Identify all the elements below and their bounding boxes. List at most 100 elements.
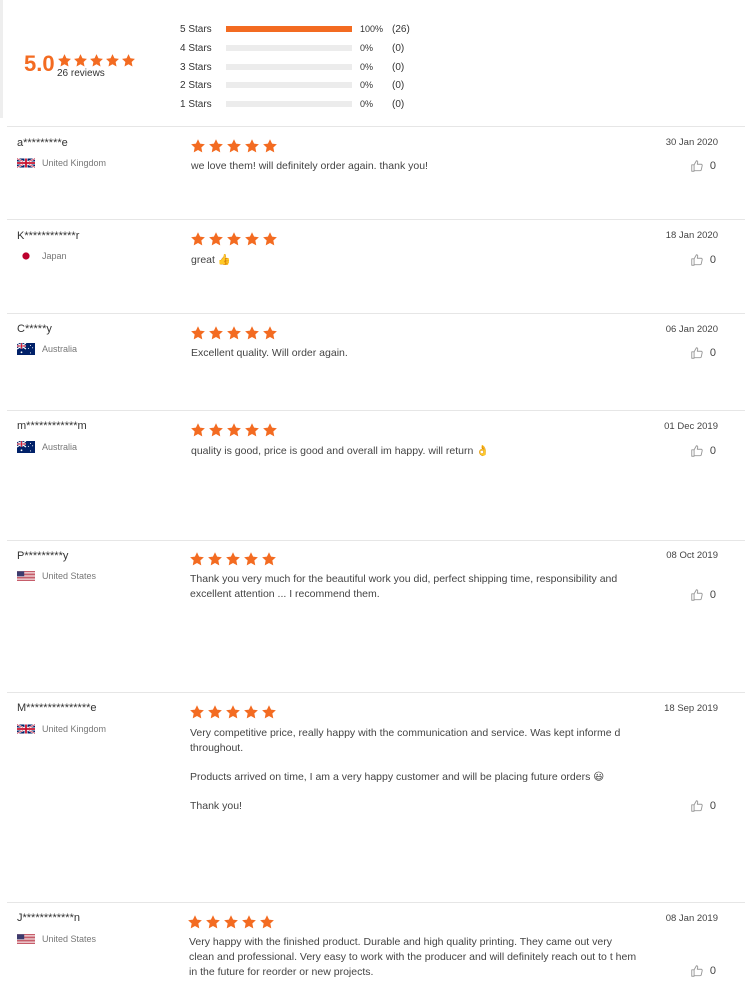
histogram-fill — [226, 26, 352, 32]
histogram-percent: 0% — [360, 43, 374, 53]
helpful-button[interactable]: 0 — [690, 159, 716, 173]
thumbs-up-icon — [690, 588, 704, 602]
reviewer-name: K************r — [17, 230, 80, 242]
star-icon — [262, 138, 278, 154]
histogram-bar — [226, 101, 352, 107]
reviewer-country: Japan — [17, 250, 67, 262]
star-icon — [57, 53, 72, 68]
helpful-count: 0 — [709, 347, 716, 359]
review-text: we love them! will definitely order agai… — [191, 159, 641, 188]
histogram-count: (0) — [392, 98, 405, 110]
reviewer-name: C*****y — [17, 323, 52, 335]
review-item: P*********y United States Thank you very m… — [7, 540, 745, 693]
country-name: Japan — [42, 251, 67, 261]
star-icon — [121, 53, 136, 68]
thumbs-up-icon — [690, 964, 704, 978]
reviewer-name: M***************e — [17, 702, 97, 714]
review-stars — [190, 422, 278, 438]
review-date: 30 Jan 2020 — [665, 137, 718, 148]
au-flag-icon — [17, 343, 42, 355]
star-icon — [205, 914, 221, 930]
helpful-count: 0 — [709, 589, 716, 601]
country-name: United Kingdom — [42, 724, 107, 734]
review-date: 06 Jan 2020 — [665, 324, 718, 335]
review-stars — [190, 138, 278, 154]
histogram-row[interactable]: 1 Stars 0% (0) — [180, 96, 440, 112]
reviewer-country: United Kingdom — [17, 157, 106, 169]
helpful-button[interactable]: 0 — [690, 588, 716, 602]
star-icon — [208, 231, 224, 247]
helpful-count: 0 — [709, 254, 716, 266]
review-item: M***************e United Kingdom Very comp… — [7, 692, 745, 903]
review-text: Very happy with the finished product. Du… — [189, 935, 639, 994]
star-icon — [226, 231, 242, 247]
review-paragraph: great 👍 — [191, 254, 231, 266]
us-flag-icon — [17, 933, 42, 945]
histogram-row[interactable]: 2 Stars 0% (0) — [180, 77, 440, 93]
star-icon — [73, 53, 88, 68]
helpful-button[interactable]: 0 — [690, 799, 716, 813]
star-icon — [244, 138, 260, 154]
histogram-label: 3 Stars — [180, 61, 212, 73]
review-stars — [187, 914, 275, 930]
review-text: great 👍 — [191, 253, 641, 282]
star-icon — [261, 551, 277, 567]
review-paragraph: quality is good, price is good and overa… — [191, 445, 490, 457]
star-icon — [244, 231, 260, 247]
review-stars — [189, 704, 277, 720]
star-icon — [225, 551, 241, 567]
star-icon — [223, 914, 239, 930]
histogram-count: (0) — [392, 79, 405, 91]
review-stars — [189, 551, 277, 567]
histogram-count: (0) — [392, 61, 405, 73]
star-icon — [208, 422, 224, 438]
histogram-bar — [226, 82, 352, 88]
review-paragraph: Excellent quality. Will order again. — [191, 347, 348, 359]
star-icon — [226, 422, 242, 438]
thumbs-up-icon — [690, 253, 704, 267]
reviewer-country: United States — [17, 933, 96, 945]
star-icon — [226, 138, 242, 154]
star-icon — [262, 325, 278, 341]
star-icon — [241, 914, 257, 930]
review-item: J************n United States Very happy wi… — [7, 902, 745, 999]
histogram-label: 1 Stars — [180, 98, 212, 110]
star-icon — [262, 422, 278, 438]
reviewer-name: J************n — [17, 912, 80, 924]
histogram-bar — [226, 45, 352, 51]
star-icon — [190, 138, 206, 154]
star-icon — [208, 325, 224, 341]
helpful-button[interactable]: 0 — [690, 964, 716, 978]
review-date: 18 Jan 2020 — [665, 230, 718, 241]
review-text: quality is good, price is good and overa… — [191, 444, 641, 473]
helpful-button[interactable]: 0 — [690, 253, 716, 267]
star-icon — [190, 231, 206, 247]
helpful-button[interactable]: 0 — [690, 444, 716, 458]
review-paragraph: we love them! will definitely order agai… — [191, 160, 428, 172]
star-icon — [207, 551, 223, 567]
reviewer-country: Australia — [17, 343, 77, 355]
helpful-button[interactable]: 0 — [690, 346, 716, 360]
star-icon — [190, 325, 206, 341]
star-icon — [105, 53, 120, 68]
thumbs-up-icon — [690, 159, 704, 173]
country-name: United States — [42, 934, 97, 944]
star-icon — [259, 914, 275, 930]
au-flag-icon — [17, 441, 42, 453]
histogram-percent: 100% — [360, 24, 384, 34]
review-date: 18 Sep 2019 — [664, 703, 718, 714]
star-icon — [190, 422, 206, 438]
average-stars — [57, 53, 136, 68]
helpful-count: 0 — [709, 160, 716, 172]
histogram-row[interactable]: 5 Stars 100% (26) — [180, 21, 440, 37]
histogram-row[interactable]: 4 Stars 0% (0) — [180, 40, 440, 56]
histogram-row[interactable]: 3 Stars 0% (0) — [180, 59, 440, 75]
review-text: Thank you very much for the beautiful wo… — [190, 572, 640, 616]
histogram-percent: 0% — [360, 62, 374, 72]
star-icon — [226, 325, 242, 341]
histogram-count: (0) — [392, 42, 405, 54]
review-item: K************r Japan great 👍 18 Jan 2020 0 — [7, 219, 745, 314]
review-date: 08 Oct 2019 — [666, 550, 718, 561]
uk-flag-icon — [17, 157, 42, 169]
star-icon — [189, 704, 205, 720]
